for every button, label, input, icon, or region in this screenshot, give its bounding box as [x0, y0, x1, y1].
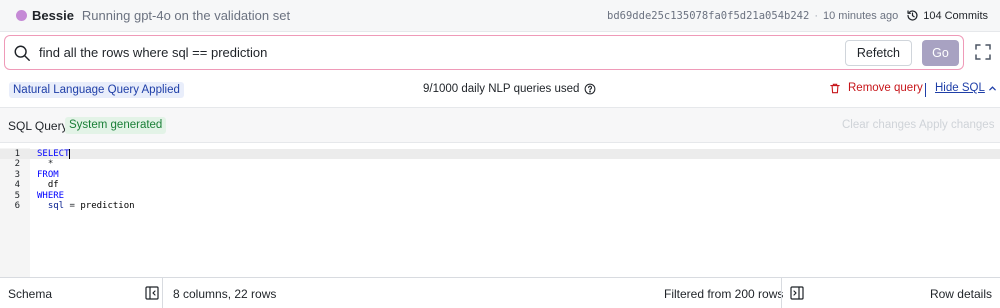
line-number: 1 [14, 149, 20, 159]
usage-text: 9/1000 daily NLP queries used [423, 83, 580, 95]
panel-toggle-icon[interactable] [145, 286, 159, 300]
refetch-button[interactable]: Refetch [844, 39, 912, 66]
code-line[interactable]: 6 sql = prediction [0, 201, 1000, 211]
apply-changes-button[interactable]: Apply changes [919, 119, 994, 131]
trash-icon [830, 83, 840, 93]
text-cursor [69, 149, 70, 159]
sql-header: SQL Query System generated Clear changes… [0, 107, 1000, 143]
code-token: prediction [80, 201, 135, 211]
go-button[interactable]: Go [922, 39, 959, 66]
row-details-label: Row details [929, 287, 992, 301]
code-token: = [64, 201, 81, 211]
commit-hash[interactable]: bd69dde25c135078fa0f5d21a054b242 [607, 10, 809, 22]
commits-label: 104 Commits [923, 9, 988, 22]
user-name[interactable]: Bessie [32, 8, 74, 23]
remove-query-button[interactable]: Remove query [830, 82, 923, 94]
session-subtitle: Running gpt-4o on the validation set [81, 8, 291, 23]
avatar [16, 10, 27, 21]
code-text: FROM [37, 170, 59, 180]
separator: · [814, 9, 818, 22]
schema-panel-header: Schema [0, 278, 163, 308]
code-token: WHERE [37, 190, 65, 201]
top-bar: Bessie Running gpt-4o on the validation … [0, 0, 1000, 32]
code-line[interactable]: 3 FROM [0, 170, 1000, 180]
code-token: sql [37, 201, 65, 211]
usage-info: 9/1000 daily NLP queries used [423, 83, 596, 95]
code-text: SELECT [37, 149, 70, 159]
line-number: 3 [14, 169, 20, 180]
code-token: df [37, 180, 59, 191]
chevron-up-icon [989, 85, 996, 90]
code-line[interactable]: 4 df [0, 180, 1000, 190]
clear-changes-button[interactable]: Clear changes [842, 119, 916, 131]
hide-sql-button[interactable]: Hide SQL [935, 82, 997, 94]
code-text: df [37, 180, 59, 190]
expand-icon[interactable] [974, 43, 992, 61]
row-details-panel-header: Row details [781, 278, 1000, 308]
code-line[interactable]: 1 SELECT [0, 149, 1000, 159]
nlq-applied-badge: Natural Language Query Applied [9, 82, 184, 98]
code-token: SELECT [37, 149, 70, 159]
query-bar: Refetch Go [4, 35, 964, 70]
hide-sql-label: Hide SQL [935, 82, 985, 94]
help-circle-icon[interactable] [584, 83, 596, 95]
code-line[interactable]: 5 WHERE [0, 191, 1000, 201]
remove-query-label: Remove query [848, 82, 923, 94]
code-text: sql = prediction [37, 201, 135, 211]
status-footer: Schema 8 columns, 22 rows Filtered from … [0, 277, 1000, 308]
divider [925, 83, 926, 97]
line-number: 4 [14, 180, 20, 191]
sql-query-title: SQL Query [8, 119, 68, 133]
info-row: Natural Language Query Applied 9/1000 da… [0, 80, 1000, 100]
search-icon [14, 45, 30, 61]
time-ago: 10 minutes ago [822, 9, 899, 22]
line-number: 2 [14, 159, 20, 170]
commits-button[interactable]: 104 Commits [906, 9, 988, 22]
history-icon [907, 10, 918, 21]
code-text: * [37, 159, 53, 169]
filtered-count: Filtered from 200 rows [664, 287, 784, 301]
line-number: 6 [14, 201, 20, 211]
code-token: FROM [37, 169, 59, 180]
code-text: WHERE [37, 191, 64, 201]
system-generated-badge: System generated [65, 117, 167, 134]
columns-rows-count: 8 columns, 22 rows [173, 287, 277, 301]
line-number: 5 [14, 190, 20, 201]
code-line[interactable]: 2 * [0, 159, 1000, 169]
query-input[interactable] [39, 40, 845, 65]
schema-label: Schema [8, 287, 53, 301]
code-token: * [37, 159, 54, 170]
panel-toggle-icon[interactable] [790, 286, 804, 300]
sql-editor[interactable]: 1 SELECT 2 * 3 FROM 4 df 5 WHERE 6 sql = predict… [0, 148, 1000, 277]
